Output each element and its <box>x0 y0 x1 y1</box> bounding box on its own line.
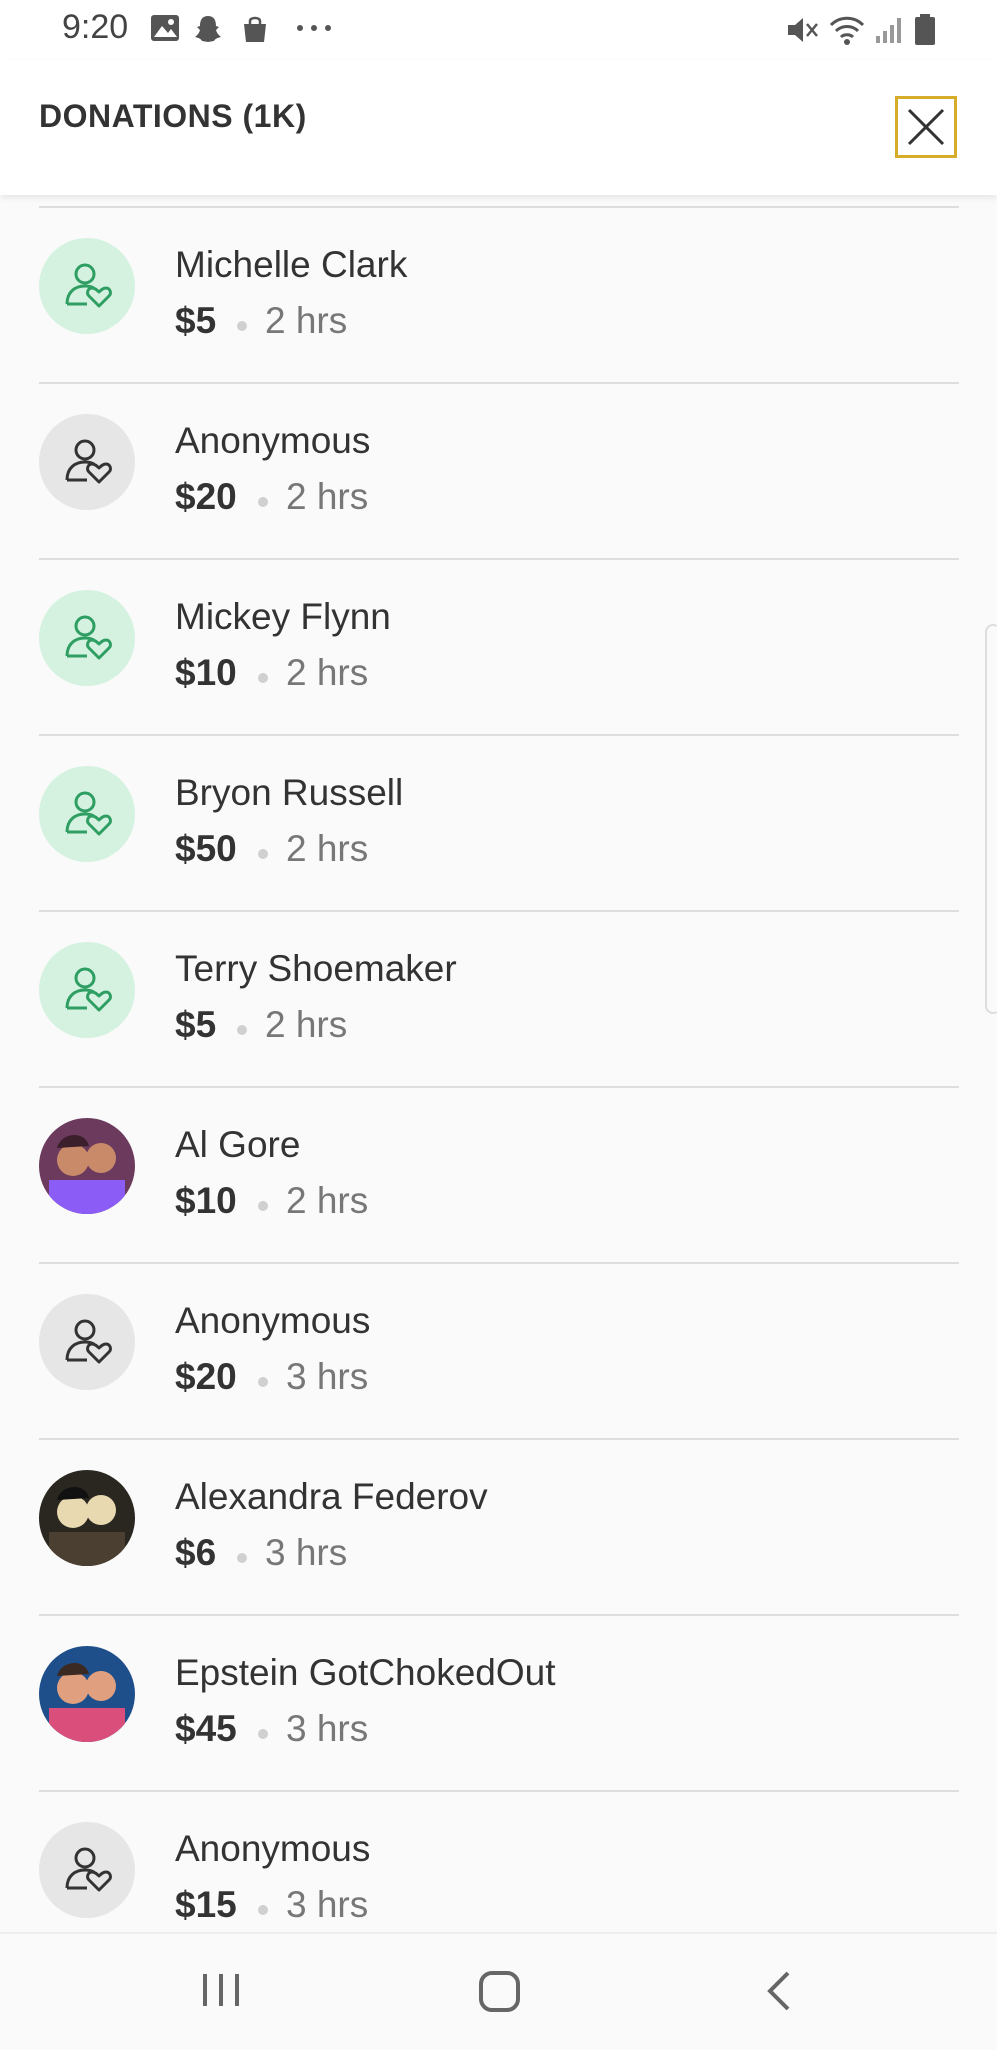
status-bar: 9:20 <box>0 0 997 60</box>
status-time: 9:20 <box>62 8 129 46</box>
avatar[interactable] <box>39 1470 135 1566</box>
signal-icon <box>876 18 901 43</box>
donor-heart-icon <box>65 1847 112 1892</box>
donation-row[interactable]: Anonymous $20 3 hrs <box>39 1262 959 1438</box>
separator-dot <box>237 321 247 331</box>
wifi-icon <box>829 16 865 45</box>
recent-apps-icon[interactable] <box>200 1970 242 2010</box>
donation-amount: $10 <box>175 1180 237 1221</box>
donation-time: 3 hrs <box>286 1884 369 1925</box>
donation-time: 2 hrs <box>286 652 369 693</box>
page-title: DONATIONS (1K) <box>39 98 307 134</box>
donor-avatar[interactable] <box>39 942 135 1038</box>
separator-dot <box>258 497 268 507</box>
close-icon <box>907 108 945 146</box>
anonymous-avatar[interactable] <box>39 414 135 510</box>
donation-time: 2 hrs <box>286 1180 369 1221</box>
anonymous-avatar[interactable] <box>39 1822 135 1918</box>
donor-heart-icon <box>65 263 112 308</box>
donation-row[interactable]: Mickey Flynn $10 2 hrs <box>39 558 959 734</box>
donation-amount: $5 <box>175 300 217 341</box>
donor-name[interactable]: Bryon Russell <box>175 772 403 814</box>
donation-row[interactable]: Michelle Clark $5 2 hrs <box>39 206 959 382</box>
donor-avatar[interactable] <box>39 590 135 686</box>
donation-amount: $20 <box>175 476 237 517</box>
separator-dot <box>258 673 268 683</box>
image-icon <box>151 15 179 41</box>
donation-row[interactable]: Terry Shoemaker $5 2 hrs <box>39 910 959 1086</box>
donation-amount: $45 <box>175 1708 237 1749</box>
back-icon[interactable] <box>764 1970 794 2014</box>
anonymous-avatar[interactable] <box>39 1294 135 1390</box>
more-icon <box>297 25 331 31</box>
donor-name[interactable]: Anonymous <box>175 1300 370 1342</box>
donor-name[interactable]: Anonymous <box>175 420 370 462</box>
donor-name[interactable]: Epstein GotChokedOut <box>175 1652 556 1694</box>
snapchat-icon <box>195 16 221 42</box>
battery-icon <box>915 14 935 45</box>
scrollbar[interactable] <box>985 624 997 1014</box>
home-icon[interactable] <box>478 1970 522 2014</box>
donation-time: 2 hrs <box>265 300 348 341</box>
bag-icon <box>244 16 266 42</box>
donation-amount: $5 <box>175 1004 217 1045</box>
donation-row[interactable]: Anonymous $20 2 hrs <box>39 382 959 558</box>
user-photo <box>39 1118 135 1214</box>
donation-amount: $6 <box>175 1532 217 1573</box>
donation-row[interactable]: Epstein GotChokedOut $45 3 hrs <box>39 1614 959 1790</box>
donor-name[interactable]: Anonymous <box>175 1828 370 1870</box>
donation-amount: $50 <box>175 828 237 869</box>
donor-avatar[interactable] <box>39 238 135 334</box>
donor-name[interactable]: Terry Shoemaker <box>175 948 457 990</box>
mute-icon <box>788 18 818 42</box>
donor-avatar[interactable] <box>39 766 135 862</box>
close-button[interactable] <box>895 96 957 158</box>
user-photo <box>39 1470 135 1566</box>
user-photo <box>39 1646 135 1742</box>
donor-heart-icon <box>65 791 112 836</box>
donor-name[interactable]: Al Gore <box>175 1124 300 1166</box>
donation-list[interactable]: Michelle Clark $5 2 hrs Anonymous $20 2 hrs Mi… <box>0 206 997 1966</box>
donation-amount: $20 <box>175 1356 237 1397</box>
separator-dot <box>258 1905 268 1915</box>
donor-name[interactable]: Alexandra Federov <box>175 1476 488 1518</box>
separator-dot <box>258 1201 268 1211</box>
donation-time: 2 hrs <box>286 476 369 517</box>
separator-dot <box>237 1553 247 1563</box>
donor-heart-icon <box>65 615 112 660</box>
donation-time: 3 hrs <box>286 1356 369 1397</box>
separator-dot <box>237 1025 247 1035</box>
separator-dot <box>258 1377 268 1387</box>
donor-name[interactable]: Mickey Flynn <box>175 596 391 638</box>
donation-time: 3 hrs <box>265 1532 348 1573</box>
donation-row[interactable]: Bryon Russell $50 2 hrs <box>39 734 959 910</box>
donations-header: DONATIONS (1K) <box>0 60 997 195</box>
donation-time: 2 hrs <box>286 828 369 869</box>
donation-row[interactable]: Al Gore $10 2 hrs <box>39 1086 959 1262</box>
donor-heart-icon <box>65 439 112 484</box>
donor-name[interactable]: Michelle Clark <box>175 244 407 286</box>
donor-heart-icon <box>65 1319 112 1364</box>
donation-amount: $15 <box>175 1884 237 1925</box>
donation-time: 2 hrs <box>265 1004 348 1045</box>
donation-amount: $10 <box>175 652 237 693</box>
donor-heart-icon <box>65 967 112 1012</box>
avatar[interactable] <box>39 1118 135 1214</box>
navigation-bar <box>0 1932 997 2050</box>
separator-dot <box>258 849 268 859</box>
avatar[interactable] <box>39 1646 135 1742</box>
separator-dot <box>258 1729 268 1739</box>
donation-row[interactable]: Alexandra Federov $6 3 hrs <box>39 1438 959 1614</box>
donation-time: 3 hrs <box>286 1708 369 1749</box>
